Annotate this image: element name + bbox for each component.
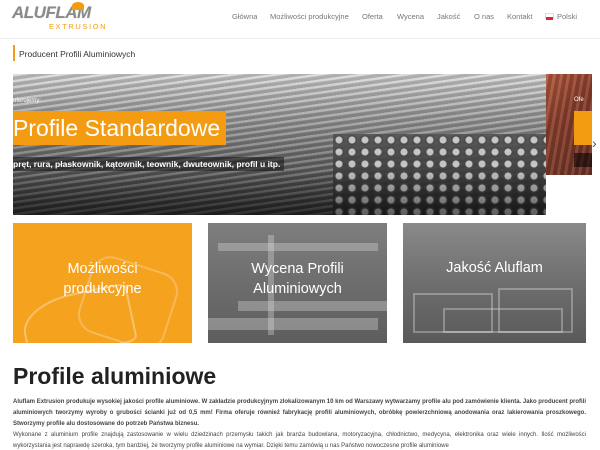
page-title: Producent Profili Aluminiowych — [19, 49, 136, 59]
polish-flag-icon[interactable] — [545, 13, 554, 20]
section-heading: Profile aluminiowe — [13, 363, 217, 389]
hero-overlay — [13, 169, 546, 215]
site-header: ALUFLAM EXTRUSION Główna Możliwości prod… — [0, 0, 600, 38]
next-slide-preview[interactable]: Ofe — [546, 74, 592, 175]
tile-label: Jakość Aluflam — [446, 260, 543, 276]
body-paragraph: Wykonane z aluminium profile znajdują za… — [13, 432, 586, 449]
tile-decoration — [208, 318, 378, 330]
tile-label: Aluminiowych — [253, 281, 342, 297]
tile-decoration — [218, 243, 378, 251]
nav-item-home[interactable]: Główna — [232, 12, 257, 21]
tile-quality[interactable]: Jakość Aluflam — [403, 223, 586, 343]
nav-item-capabilities[interactable]: Możliwości produkcyjne — [270, 12, 349, 21]
flame-icon — [72, 2, 84, 10]
breadcrumb-accent — [13, 45, 15, 61]
tile-decoration — [443, 308, 563, 333]
next-slide-kicker: Ofe — [574, 97, 584, 103]
nav-item-offer[interactable]: Oferta — [362, 12, 383, 21]
tile-quote[interactable]: Wycena Profili Aluminiowych — [208, 223, 387, 343]
hero-slide[interactable]: oferujemy: Profile Standardowe pręt, rur… — [13, 74, 546, 215]
intro-paragraph: Aluflam Extrusion produkuje wysokiej jak… — [13, 399, 586, 427]
tile-label: Możliwości — [67, 261, 138, 277]
tile-label: Wycena Profili — [251, 261, 344, 277]
tile-decoration — [238, 301, 387, 311]
nav-item-contact[interactable]: Kontakt — [507, 12, 532, 21]
tile-capabilities[interactable]: Możliwości produkcyjne — [13, 223, 192, 343]
nav-item-quote[interactable]: Wycena — [397, 12, 424, 21]
nav-item-quality[interactable]: Jakość — [437, 12, 460, 21]
nav-item-about[interactable]: O nas — [474, 12, 494, 21]
next-slide-subtitle-box — [574, 153, 592, 167]
hero-subtitle: pręt, rura, płaskownik, kątownik, teowni… — [13, 157, 285, 171]
breadcrumb: Producent Profili Aluminiowych — [0, 38, 600, 68]
hero-title: Profile Standardowe — [13, 111, 227, 145]
hero-kicker: oferujemy: — [13, 98, 42, 104]
tile-label: produkcyjne — [63, 281, 142, 297]
main-nav: Główna Możliwości produkcyjne Oferta Wyc… — [0, 12, 600, 26]
language-selector[interactable]: Polski — [557, 12, 577, 21]
chevron-right-icon[interactable]: › — [592, 136, 600, 150]
next-slide-title-box — [574, 111, 592, 145]
